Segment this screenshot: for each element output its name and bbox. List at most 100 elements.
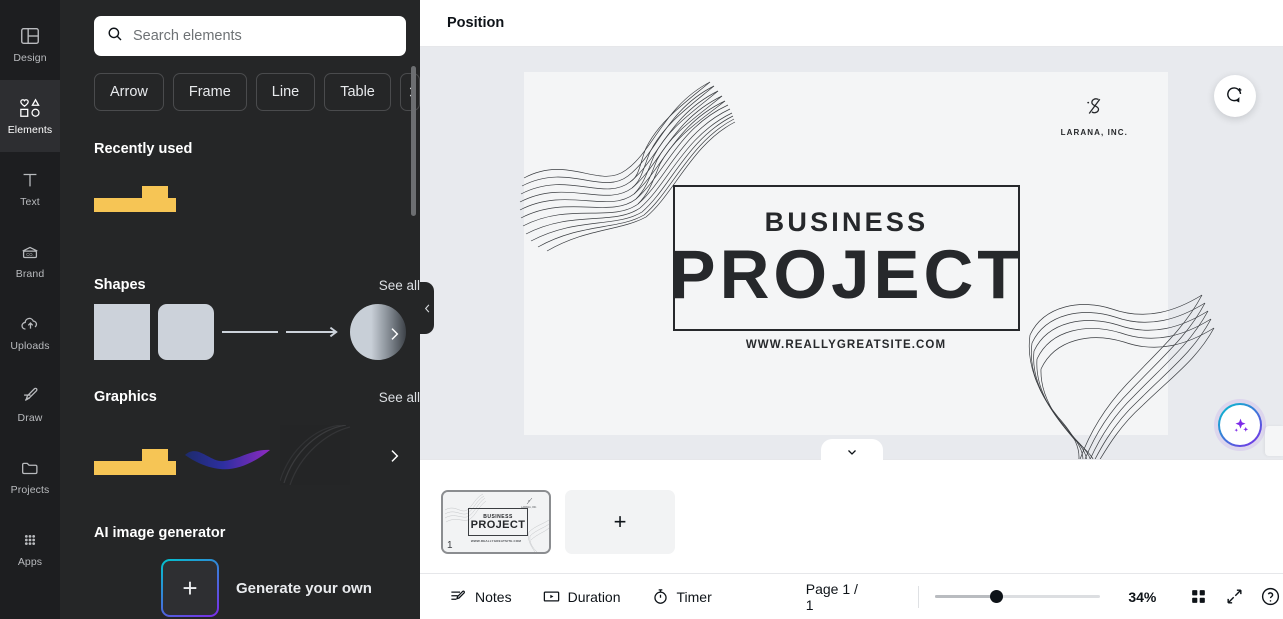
duration-label: Duration bbox=[567, 588, 621, 605]
magic-sparkles-icon bbox=[1234, 418, 1248, 432]
recent-item-yellow-shape[interactable] bbox=[94, 186, 176, 212]
logo-name: LARANA, INC. bbox=[1060, 128, 1128, 137]
sidebar-item-draw[interactable]: Draw bbox=[0, 368, 60, 440]
canvas-area[interactable]: LARANA, INC. BUSINESS PROJECT WWW.REALLY… bbox=[420, 47, 1283, 459]
section-title: Shapes bbox=[94, 277, 146, 293]
add-page-button[interactable]: + bbox=[565, 490, 675, 554]
timer-button[interactable]: Timer bbox=[643, 581, 720, 612]
left-rail: Design Elements Text CO. Brand Uploads D… bbox=[0, 0, 60, 619]
sidebar-item-elements[interactable]: Elements bbox=[0, 80, 60, 152]
page-thumbnail-1[interactable]: LARANA, INC. BUSINESS PROJECT WWW.REALLY… bbox=[441, 490, 551, 554]
grid-view-button[interactable] bbox=[1186, 582, 1211, 612]
ai-generate-label: Generate your own bbox=[236, 580, 372, 597]
sidebar-item-label: Elements bbox=[7, 124, 53, 136]
sidebar-item-text[interactable]: Text bbox=[0, 152, 60, 224]
filter-chip-row: Arrow Frame Line Table bbox=[94, 72, 420, 112]
graphic-item-dark-curve[interactable] bbox=[279, 424, 351, 486]
collapse-pages-strip-button[interactable] bbox=[821, 439, 883, 461]
draw-icon bbox=[19, 384, 42, 408]
zoom-slider-handle[interactable] bbox=[989, 590, 1003, 603]
uploads-icon bbox=[19, 312, 42, 336]
add-comment-button[interactable] bbox=[1214, 75, 1256, 117]
sidebar-item-label: Draw bbox=[17, 412, 43, 424]
shape-arrow[interactable] bbox=[286, 326, 342, 338]
section-title: Graphics bbox=[94, 389, 157, 405]
sidebar-item-label: Projects bbox=[10, 484, 50, 496]
chip-label: Frame bbox=[188, 84, 231, 100]
position-button[interactable]: Position bbox=[447, 15, 504, 31]
chevron-right-icon bbox=[391, 328, 399, 340]
sidebar-item-projects[interactable]: Projects bbox=[0, 440, 60, 512]
search-icon bbox=[106, 25, 124, 48]
search-bar[interactable] bbox=[94, 16, 406, 56]
apps-icon bbox=[19, 528, 41, 552]
shape-square[interactable] bbox=[94, 304, 150, 360]
chip-label: Line bbox=[271, 84, 300, 100]
elements-panel: Arrow Frame Line Table Recently used Sha… bbox=[60, 0, 420, 619]
section-header-shapes: Shapes See all bbox=[94, 275, 420, 295]
wave-graphic-bottom-right bbox=[1016, 289, 1216, 459]
grid-view-icon bbox=[1192, 590, 1206, 603]
graphics-next-button[interactable] bbox=[381, 443, 407, 469]
thumbnail-headline: PROJECT bbox=[470, 518, 526, 531]
graphic-item-yellow-shape[interactable] bbox=[94, 449, 176, 475]
sidebar-item-brand[interactable]: CO. Brand bbox=[0, 224, 60, 296]
shapes-row bbox=[94, 304, 420, 360]
bottom-toolbar: Notes Duration Timer Page 1 / 1 34% bbox=[420, 573, 1283, 619]
duration-icon bbox=[543, 591, 559, 602]
chip-line[interactable]: Line bbox=[255, 73, 316, 111]
chip-arrow[interactable]: Arrow bbox=[94, 73, 164, 111]
text-icon bbox=[19, 168, 41, 192]
sidebar-item-uploads[interactable]: Uploads bbox=[0, 296, 60, 368]
see-all-graphics[interactable]: See all bbox=[379, 390, 420, 405]
collapse-panel-button[interactable] bbox=[420, 282, 434, 334]
zoom-slider[interactable] bbox=[934, 589, 1101, 605]
section-header-graphics: Graphics See all bbox=[94, 387, 420, 407]
sidebar-item-design[interactable]: Design bbox=[0, 8, 60, 80]
chip-frame[interactable]: Frame bbox=[172, 73, 247, 111]
sidebar-item-label: Uploads bbox=[10, 340, 50, 352]
shape-line[interactable] bbox=[222, 331, 278, 333]
sidebar-item-apps[interactable]: Apps bbox=[0, 512, 60, 584]
search-input[interactable] bbox=[133, 28, 394, 44]
top-toolbar: Position bbox=[420, 0, 1283, 47]
shape-rounded-square[interactable] bbox=[158, 304, 214, 360]
section-title: Recently used bbox=[94, 141, 193, 157]
magic-studio-button[interactable] bbox=[1218, 403, 1262, 447]
toolbar-divider bbox=[917, 585, 919, 608]
slide-website: WWW.REALLYGREATSITE.COM bbox=[745, 339, 947, 351]
elements-icon bbox=[18, 96, 42, 120]
fullscreen-button[interactable] bbox=[1222, 582, 1247, 612]
slide-title-box[interactable]: BUSINESS PROJECT bbox=[670, 185, 1020, 331]
slide-canvas[interactable]: LARANA, INC. BUSINESS PROJECT WWW.REALLY… bbox=[519, 72, 1215, 459]
shapes-next-button[interactable] bbox=[381, 321, 407, 347]
right-edge-panel[interactable] bbox=[1265, 426, 1283, 456]
chip-table[interactable]: Table bbox=[324, 73, 391, 111]
projects-icon bbox=[19, 456, 41, 480]
zoom-level-value[interactable]: 34% bbox=[1128, 589, 1156, 605]
section-title: AI image generator bbox=[94, 525, 226, 541]
ai-generate-button[interactable]: + bbox=[161, 559, 219, 617]
logo-mark-icon bbox=[1087, 98, 1101, 114]
graphic-item-wave[interactable] bbox=[184, 441, 272, 480]
design-icon bbox=[19, 24, 41, 48]
chip-more-button[interactable] bbox=[399, 73, 420, 111]
chip-label: Table bbox=[340, 84, 375, 100]
see-all-shapes[interactable]: See all bbox=[379, 278, 420, 293]
thumbnail-title-box: BUSINESS PROJECT bbox=[468, 508, 528, 536]
plus-icon: + bbox=[182, 572, 198, 603]
slide-logo: LARANA, INC. bbox=[1061, 95, 1128, 137]
thumbnail-website: WWW.REALLYGREATSITE.COM bbox=[470, 539, 522, 543]
svg-text:CO.: CO. bbox=[26, 252, 33, 257]
help-button[interactable] bbox=[1258, 582, 1283, 612]
sidebar-item-label: Brand bbox=[15, 268, 45, 280]
canva-editor-window: Design Elements Text CO. Brand Uploads D… bbox=[0, 0, 1283, 619]
notes-button[interactable]: Notes bbox=[441, 581, 520, 612]
duration-button[interactable]: Duration bbox=[534, 581, 629, 612]
chip-label: Arrow bbox=[110, 84, 148, 100]
graphics-row bbox=[94, 424, 420, 486]
notes-label: Notes bbox=[475, 588, 512, 605]
sidebar-item-label: Apps bbox=[17, 556, 43, 568]
chevron-left-icon bbox=[424, 303, 429, 313]
brand-icon: CO. bbox=[19, 240, 41, 264]
